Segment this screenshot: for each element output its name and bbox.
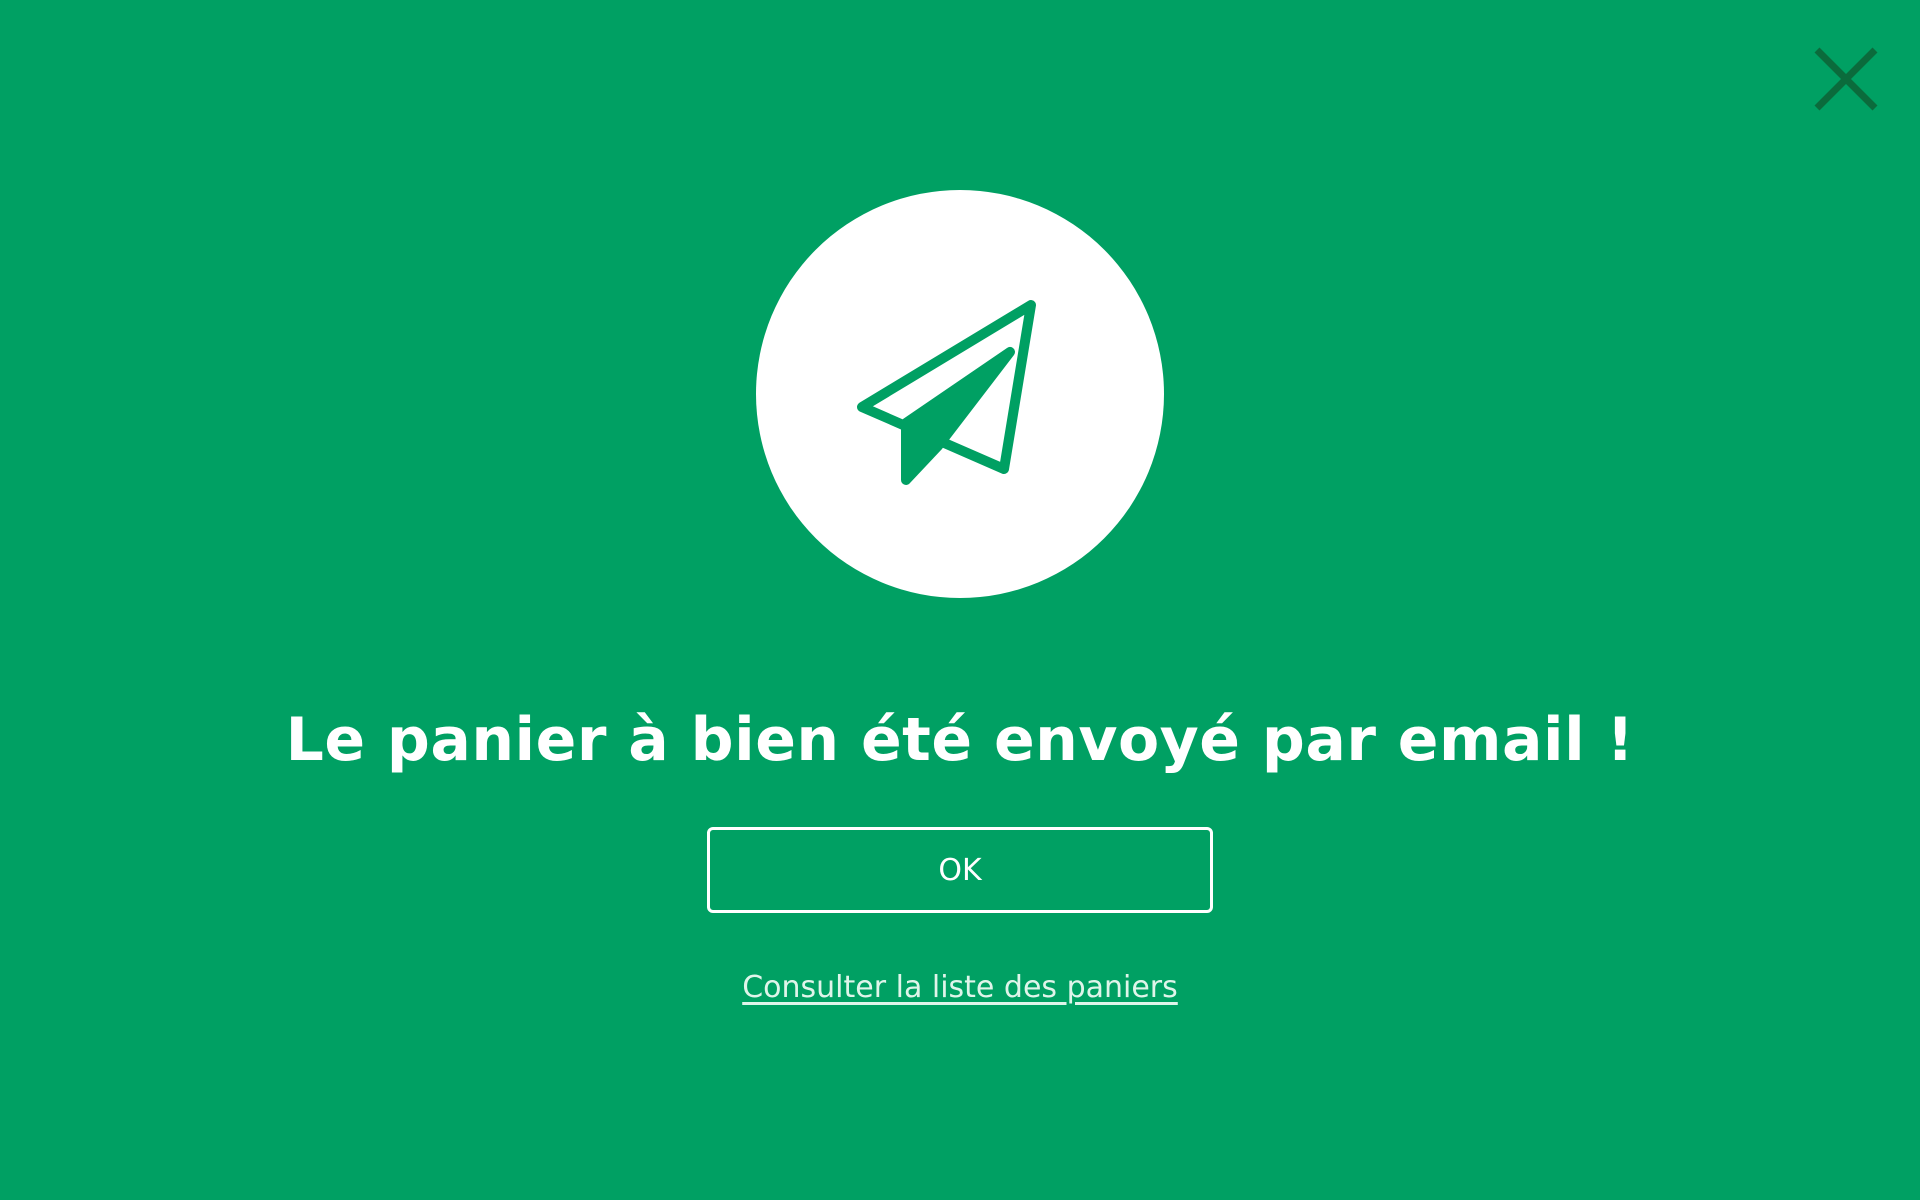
dialog-title: Le panier à bien été envoyé par email ! [285, 705, 1635, 775]
close-icon [1814, 47, 1878, 111]
paper-plane-icon [857, 300, 1036, 485]
close-button[interactable] [1812, 45, 1880, 113]
hero-circle [756, 190, 1164, 598]
view-baskets-link[interactable]: Consulter la liste des paniers [742, 970, 1178, 1005]
ok-button[interactable]: OK [707, 827, 1213, 913]
list-link-container: Consulter la liste des paniers [0, 966, 1920, 1010]
